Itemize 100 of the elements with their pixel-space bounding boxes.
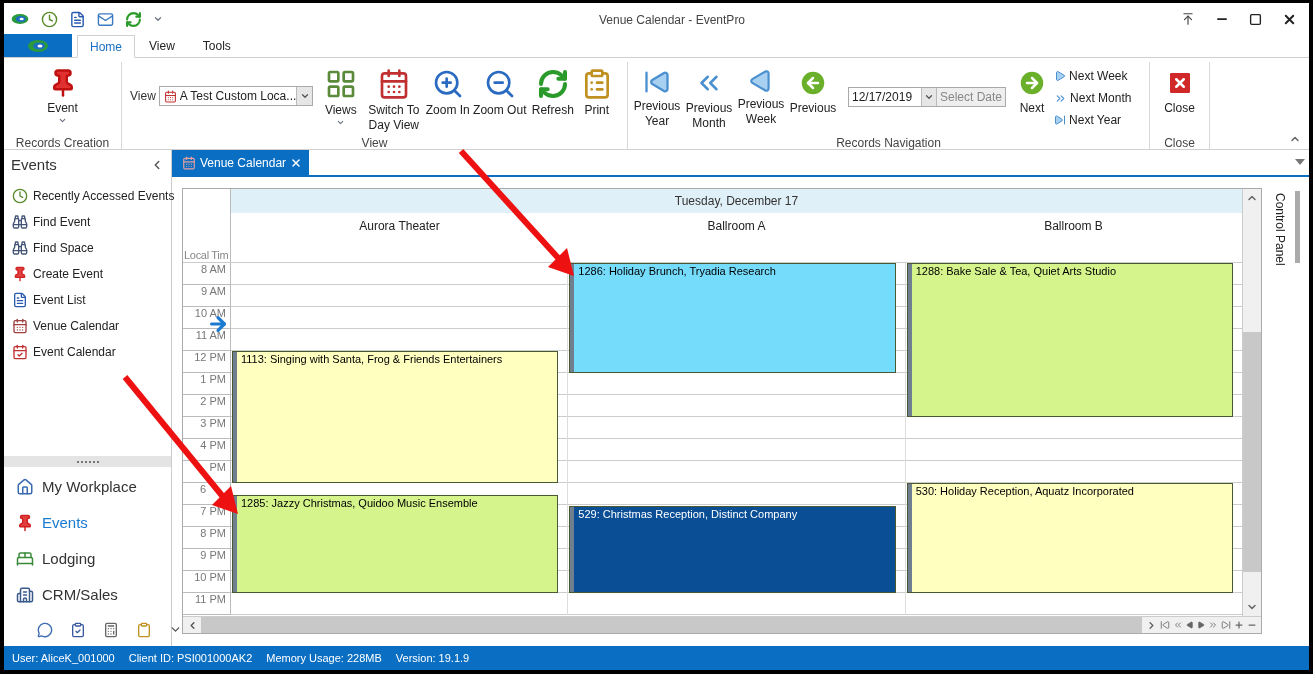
hour-label: 6	[199, 483, 206, 496]
ribbon-button[interactable]: Views	[320, 62, 361, 134]
view-select[interactable]: A Test Custom Loca...	[158, 86, 313, 106]
hour-label: 1 PM	[200, 373, 226, 386]
event-button[interactable]: Event	[37, 62, 88, 134]
pin-window-button[interactable]	[1181, 12, 1195, 26]
splitter-grip-icon[interactable]	[76, 460, 99, 463]
event-block[interactable]: 1285: Jazzy Christmas, Quidoo Music Ensemble	[232, 495, 559, 593]
event-block[interactable]: 1286: Holiday Brunch, Tryadia Research	[569, 263, 896, 373]
calculator-button[interactable]	[103, 621, 119, 638]
binoculars-icon	[12, 240, 28, 256]
binoculars-icon	[12, 214, 28, 230]
house-icon	[16, 478, 34, 496]
last-page-button[interactable]	[1221, 620, 1231, 630]
nav-button[interactable]: My Workplace	[4, 469, 171, 505]
refresh-icon	[536, 68, 569, 100]
hour-label: 9 AM	[200, 285, 226, 298]
nav-button[interactable]: Events	[4, 505, 171, 541]
dropdown-triangle-icon	[1295, 159, 1305, 165]
horizontal-scrollbar[interactable]	[183, 617, 1142, 633]
next-button[interactable]: Next	[1014, 62, 1051, 134]
pane-item[interactable]: Find Event	[4, 209, 171, 235]
time-column-header: Local Tim	[183, 249, 229, 262]
tasks-button[interactable]	[70, 621, 86, 638]
app-logo-icon	[10, 11, 30, 27]
chat-button[interactable]	[37, 621, 53, 638]
ribbon-button[interactable]: Refresh	[528, 62, 577, 134]
next-link-button[interactable]: Next Month	[1054, 89, 1132, 107]
previous-button[interactable]	[1186, 621, 1194, 629]
previous-page-icon	[1173, 620, 1183, 630]
window-title: Venue Calendar - EventPro	[598, 13, 746, 27]
status-text: User: AliceK_001000	[12, 650, 115, 666]
ribbon-tab[interactable]: Home	[77, 35, 135, 58]
refresh-button[interactable]	[125, 10, 142, 28]
event-block[interactable]: 1113: Singing with Santa, Frog & Friends Entertainers	[232, 351, 559, 483]
status-text: Version: 19.1.9	[395, 650, 470, 666]
pin-window-icon	[1181, 12, 1195, 26]
first-page-button[interactable]	[1160, 620, 1170, 630]
scroll-right-button[interactable]	[1146, 619, 1157, 631]
pane-item[interactable]: Venue Calendar	[4, 313, 171, 339]
nav-button[interactable]: CRM/Sales	[4, 577, 171, 613]
ribbon-button[interactable]: Previous Year	[632, 62, 682, 134]
hour-label: PM	[209, 461, 226, 474]
vertical-scrollbar[interactable]	[1242, 189, 1261, 616]
ribbon-button[interactable]: Zoom Out	[472, 62, 527, 134]
calculator-icon	[103, 621, 119, 638]
calendar-check-icon	[12, 344, 28, 360]
next-icon	[1197, 621, 1205, 629]
calendar-icon	[12, 318, 28, 334]
next-link-button[interactable]: Next Year	[1054, 111, 1132, 129]
first-page-icon	[1160, 620, 1170, 630]
pane-item[interactable]: Event List	[4, 287, 171, 313]
tasks-icon	[70, 621, 86, 638]
building-icon	[16, 586, 34, 604]
tab-list-button[interactable]	[1295, 159, 1305, 165]
app-logo-icon	[25, 37, 51, 54]
resource-header: Aurora Theater	[359, 218, 440, 235]
pin-icon	[12, 266, 28, 282]
resource-header: Ballroom A	[707, 218, 766, 235]
pane-title: Events	[11, 154, 57, 175]
document-tab[interactable]: Venue Calendar	[172, 150, 309, 175]
ribbon-tab[interactable]: Tools	[188, 34, 245, 57]
document-icon	[12, 292, 28, 308]
next-link-button[interactable]: Next Week	[1054, 67, 1132, 85]
event-block[interactable]: 529: Christmas Reception, Distinct Company	[569, 506, 896, 593]
app-logo-button[interactable]	[10, 11, 30, 27]
refresh-icon	[125, 10, 142, 28]
document-icon	[69, 10, 86, 28]
clock-button[interactable]	[41, 10, 58, 28]
customize-menu-button[interactable]	[153, 14, 163, 24]
hour-label: 11 PM	[195, 593, 226, 606]
maximize-button[interactable]	[1249, 12, 1262, 26]
document-button[interactable]	[69, 10, 86, 28]
ribbon-button[interactable]: Previous Week	[736, 62, 786, 134]
ribbon-button[interactable]: Previous Month	[684, 62, 734, 134]
nav-button[interactable]: Lodging	[4, 541, 171, 577]
ribbon-button[interactable]: Print	[578, 62, 615, 134]
previous-icon	[1186, 621, 1194, 629]
event-block[interactable]: 530: Holiday Reception, Aquatz Incorporated	[906, 483, 1233, 593]
close-button[interactable]: Close	[1157, 62, 1202, 134]
mail-button[interactable]	[97, 10, 114, 28]
maximize-icon	[1249, 12, 1262, 26]
hour-label: 3 PM	[200, 417, 226, 430]
pane-item[interactable]: Create Event	[4, 261, 171, 287]
hour-label: 7 PM	[200, 505, 226, 518]
notes-button[interactable]	[136, 621, 152, 638]
ribbon-button[interactable]: Switch To Day View	[364, 62, 423, 134]
ribbon-tab[interactable]: View	[135, 34, 189, 57]
right-triangle-icon	[1054, 70, 1067, 82]
next-button[interactable]	[1197, 621, 1205, 629]
caret-icon	[336, 118, 346, 127]
pin-icon	[16, 514, 34, 532]
control-panel-tab[interactable]: Control Panel	[1271, 193, 1289, 266]
event-block[interactable]: 1288: Bake Sale & Tea, Quiet Arts Studio	[906, 263, 1233, 417]
ribbon-button[interactable]: Zoom In	[424, 62, 471, 134]
ribbon-button[interactable]: Previous	[788, 62, 838, 134]
pane-item[interactable]: Event Calendar	[4, 339, 171, 365]
add-button[interactable]	[1234, 620, 1244, 630]
clock-icon	[12, 188, 28, 204]
pane-item[interactable]: Find Space	[4, 235, 171, 261]
